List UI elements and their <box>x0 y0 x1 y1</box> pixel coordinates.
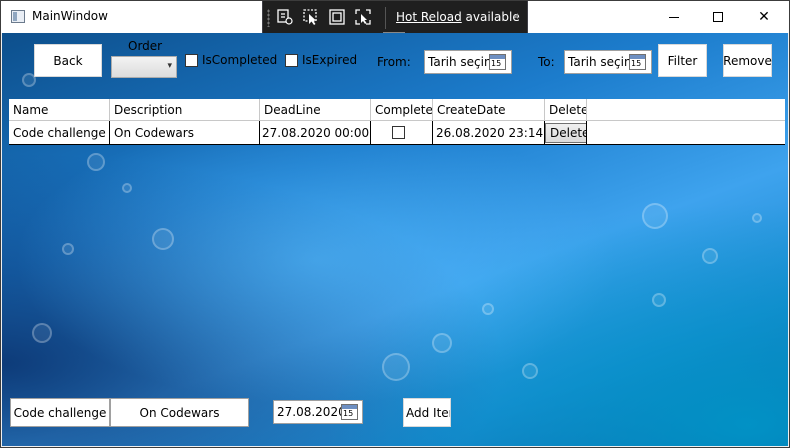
maximize-icon <box>713 12 723 22</box>
add-item-button[interactable]: Add Item <box>403 398 451 427</box>
from-date-text[interactable]: Tarih seçin <box>428 55 492 69</box>
app-window-icon <box>11 10 25 23</box>
hot-reload-status: Hot Reload available <box>396 10 520 24</box>
is-expired-label: IsExpired <box>302 53 358 67</box>
display-layout-adorner-icon[interactable] <box>328 8 346 26</box>
select-element-icon[interactable] <box>302 8 320 26</box>
close-button[interactable]: ✕ <box>741 1 787 33</box>
column-header-delete[interactable]: Delete <box>545 99 587 120</box>
minimize-button[interactable] <box>651 1 697 33</box>
background-bubble <box>32 323 52 343</box>
filter-button[interactable]: Filter <box>658 44 707 77</box>
background-bubble <box>482 303 494 315</box>
hot-reload-suffix: available <box>461 10 520 24</box>
cell-create-date[interactable]: 26.08.2020 23:14:35 <box>433 121 545 144</box>
background-bubble <box>642 203 668 229</box>
from-datepicker[interactable]: Tarih seçin 15 <box>424 50 512 74</box>
grid-header: Name Description DeadLine Complete Creat… <box>9 99 785 121</box>
calendar-icon[interactable]: 15 <box>341 404 358 420</box>
window-title: MainWindow <box>32 9 108 23</box>
cell-name[interactable]: Code challenge <box>9 121 110 144</box>
background-bubble <box>702 248 718 264</box>
is-completed-checkbox[interactable] <box>185 54 198 67</box>
new-item-datepicker[interactable]: 27.08.2020 15 <box>273 400 363 424</box>
maximize-button[interactable] <box>695 1 741 33</box>
live-visual-tree-icon[interactable] <box>276 8 294 26</box>
calendar-icon[interactable]: 15 <box>629 54 646 70</box>
column-header-description[interactable]: Description <box>110 99 260 120</box>
from-label: From: <box>377 55 411 69</box>
background-bubble <box>752 213 762 223</box>
description-input[interactable]: On Codewars <box>110 398 249 427</box>
main-window: MainWindow ✕ Hot Reload available ‹ Back… <box>0 0 790 448</box>
collapse-chevron-icon[interactable]: ‹ <box>514 9 519 24</box>
cell-description[interactable]: On Codewars <box>110 121 260 144</box>
cell-delete: Delete <box>545 121 587 144</box>
chevron-down-icon: ▾ <box>167 61 172 71</box>
drag-grip-icon[interactable] <box>267 9 270 27</box>
column-header-name[interactable]: Name <box>9 99 110 120</box>
name-input[interactable]: Code challenge <box>10 398 110 427</box>
cell-complete <box>371 121 433 144</box>
back-button[interactable]: Back <box>34 44 102 77</box>
column-header-complete[interactable]: Complete <box>371 99 433 120</box>
background-bubble <box>652 293 666 307</box>
track-focused-element-icon[interactable] <box>354 8 372 26</box>
background-bubble <box>432 333 452 353</box>
background-bubble <box>382 353 410 381</box>
toolbar-divider <box>385 7 386 29</box>
table-row[interactable]: Code challenge On Codewars 27.08.2020 00… <box>9 121 785 145</box>
new-item-date-text[interactable]: 27.08.2020 <box>277 405 346 419</box>
order-combobox[interactable]: ▾ <box>111 56 177 78</box>
column-header-deadline[interactable]: DeadLine <box>260 99 371 120</box>
background-bubble <box>62 243 74 255</box>
is-completed-label: IsCompleted <box>202 53 278 67</box>
to-datepicker[interactable]: Tarih seçin 15 <box>564 50 652 74</box>
order-label: Order <box>128 39 163 53</box>
background-bubble <box>87 153 105 171</box>
todo-data-grid: Name Description DeadLine Complete Creat… <box>9 99 785 146</box>
background-bubble <box>522 363 538 379</box>
background-bubble <box>122 183 132 193</box>
column-header-create-date[interactable]: CreateDate <box>433 99 545 120</box>
to-label: To: <box>538 55 555 69</box>
hot-reload-link[interactable]: Hot Reload <box>396 10 462 24</box>
delete-row-button[interactable]: Delete <box>545 122 586 143</box>
content-area: Back Order ▾ IsCompleted IsExpired From:… <box>2 33 788 446</box>
close-icon: ✕ <box>758 9 770 25</box>
background-bubble <box>152 228 174 250</box>
complete-checkbox[interactable] <box>392 126 405 139</box>
is-expired-checkbox[interactable] <box>285 54 298 67</box>
minimize-icon <box>669 16 679 18</box>
remove-button[interactable]: Remove <box>723 44 772 77</box>
calendar-icon[interactable]: 15 <box>489 54 506 70</box>
cell-deadline[interactable]: 27.08.2020 00:00:00 <box>260 121 371 144</box>
to-date-text[interactable]: Tarih seçin <box>568 55 632 69</box>
